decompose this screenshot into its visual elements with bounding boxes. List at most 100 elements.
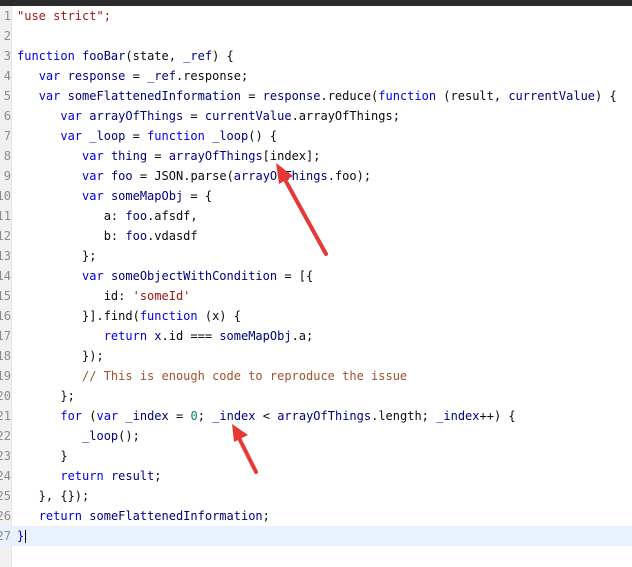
line-number: 5	[3, 89, 11, 103]
code-token: }	[17, 449, 68, 463]
code-token: var	[82, 189, 111, 203]
code-line[interactable]: 2	[0, 26, 632, 46]
code-line[interactable]: 16 }].find(function (x) {	[0, 306, 632, 326]
code-text: var arrayOfThings = currentValue.arrayOf…	[17, 109, 400, 123]
code-token: ++) {	[479, 409, 516, 423]
code-editor[interactable]: 1 "use strict"; 2 3 function fooBar(state, _…	[0, 6, 632, 567]
code-token: arrayOfThings	[233, 169, 328, 183]
code-token: // This is enough code to reproduce the …	[82, 369, 408, 383]
line-number: 15	[0, 289, 11, 303]
code-line[interactable]: 7 var _loop = function _loop() {	[0, 126, 632, 146]
line-number: 24	[0, 469, 11, 483]
line-number: 22	[0, 429, 11, 443]
code-token: =	[132, 169, 155, 183]
code-token: arrayOfThings	[277, 409, 372, 423]
line-number: 10	[0, 189, 11, 203]
code-token: _index	[436, 409, 480, 423]
code-line[interactable]: 8 var thing = arrayOfThings[index];	[0, 146, 632, 166]
line-number: 25	[0, 489, 11, 503]
line-number: 1	[3, 9, 11, 23]
code-line[interactable]: 12 b: foo.vdasdf	[0, 226, 632, 246]
code-token: result	[110, 469, 155, 483]
code-line[interactable]: 25 }, {});	[0, 486, 632, 506]
code-token: arrayOfThings	[168, 149, 263, 163]
code-line[interactable]: 20 };	[0, 386, 632, 406]
code-text: // This is enough code to reproduce the …	[17, 369, 407, 383]
code-line[interactable]: 23 }	[0, 446, 632, 466]
code-token: =	[183, 109, 205, 123]
code-text: var response = _ref.response;	[17, 69, 249, 83]
code-token: });	[17, 349, 104, 363]
code-token: x	[154, 329, 162, 343]
code-line[interactable]: 13 };	[0, 246, 632, 266]
code-line[interactable]: 27}	[0, 526, 632, 546]
code-text: };	[17, 249, 96, 263]
code-line[interactable]: 1 "use strict";	[0, 6, 632, 26]
code-token: b:	[17, 229, 126, 243]
code-line[interactable]: 18 });	[0, 346, 632, 366]
code-line[interactable]: 14 var someObjectWithCondition = [{	[0, 266, 632, 286]
code-token: fooBar	[82, 49, 126, 63]
code-text: }	[17, 449, 68, 463]
code-line[interactable]: 3 function fooBar(state, _ref) {	[0, 46, 632, 66]
line-number: 6	[3, 109, 11, 123]
code-token: "use strict";	[17, 9, 111, 23]
code-token: = {	[183, 189, 213, 203]
code-token: () {	[248, 129, 278, 143]
code-line[interactable]: 21 for (var _index = 0; _index < arrayOf…	[0, 406, 632, 426]
code-token: var	[38, 89, 68, 103]
code-line[interactable]: 9 var foo = JSON.parse(arrayOfThings.foo…	[0, 166, 632, 186]
code-line[interactable]: 6 var arrayOfThings = currentValue.array…	[0, 106, 632, 126]
code-token: foo	[110, 169, 133, 183]
code-token: }, {});	[17, 489, 90, 503]
code-token: .a;	[291, 329, 314, 343]
code-token: currentValue	[508, 89, 596, 103]
code-text: }	[17, 529, 27, 543]
code-text: var _loop = function _loop() {	[17, 129, 277, 143]
code-token: return	[60, 469, 111, 483]
code-token: someMapObj	[219, 329, 292, 343]
code-line[interactable]: 5 var someFlattenedInformation = respons…	[0, 86, 632, 106]
code-token: someFlattenedInformation	[67, 89, 241, 103]
code-line[interactable]: 22 _loop();	[0, 426, 632, 446]
code-text: _loop();	[17, 429, 140, 443]
code-token: .afsdf,	[147, 209, 198, 223]
code-text: id: 'someId'	[17, 289, 191, 303]
code-text: var someFlattenedInformation = response.…	[17, 89, 617, 103]
code-token: _index	[212, 409, 256, 423]
code-token: .vdasdf	[147, 229, 198, 243]
code-token: a:	[17, 209, 126, 223]
code-token: ();	[118, 429, 140, 443]
line-number: 19	[0, 369, 11, 383]
code-line[interactable]: 17 return x.id === someMapObj.a;	[0, 326, 632, 346]
code-line[interactable]: 26 return someFlattenedInformation;	[0, 506, 632, 526]
code-token: foo	[125, 209, 148, 223]
code-text: var foo = JSON.parse(arrayOfThings.foo);	[17, 169, 371, 183]
code-text: };	[17, 389, 74, 403]
code-token: currentValue	[204, 109, 292, 123]
code-line[interactable]: 19 // This is enough code to reproduce t…	[0, 366, 632, 386]
code-line[interactable]: 10 var someMapObj = {	[0, 186, 632, 206]
line-number: 27	[0, 529, 11, 543]
code-token: var	[60, 109, 90, 123]
code-token: function	[147, 129, 213, 143]
code-line[interactable]: 24 return result;	[0, 466, 632, 486]
code-token: [index];	[262, 149, 321, 163]
code-token: id:	[17, 289, 133, 303]
code-line[interactable]: 15 id: 'someId'	[0, 286, 632, 306]
line-number: 2	[3, 29, 11, 43]
code-token: }	[17, 529, 25, 543]
code-token: };	[17, 249, 97, 263]
code-token: response	[67, 69, 126, 83]
code-line[interactable]: 11 a: foo.afsdf,	[0, 206, 632, 226]
code-token: .reduce(	[320, 89, 379, 103]
code-token: thing	[110, 149, 148, 163]
line-number: 8	[3, 149, 11, 163]
line-number: 21	[0, 409, 11, 423]
code-line[interactable]: 4 var response = _ref.response;	[0, 66, 632, 86]
